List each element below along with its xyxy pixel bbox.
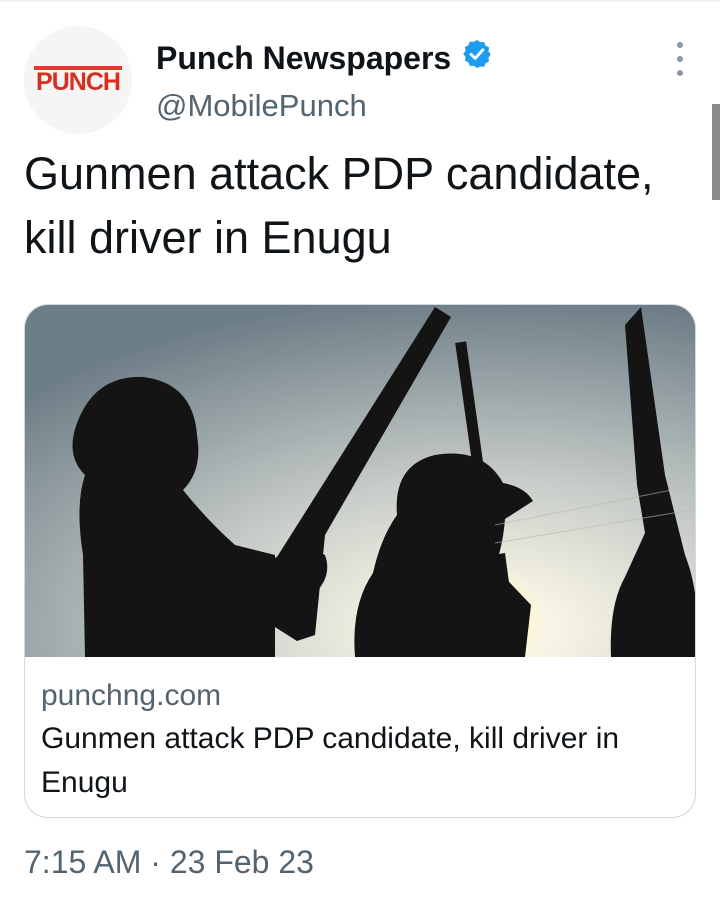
link-card[interactable]: punchng.com Gunmen attack PDP candidate,… xyxy=(24,304,696,818)
tweet-text: Gunmen attack PDP candidate, kill driver… xyxy=(24,148,654,263)
verified-badge-icon xyxy=(461,38,493,78)
more-vertical-icon[interactable] xyxy=(666,42,694,76)
link-card-domain: punchng.com xyxy=(41,679,222,712)
top-divider xyxy=(0,0,720,2)
link-card-meta[interactable]: punchng.com Gunmen attack PDP candidate,… xyxy=(41,677,681,805)
scrollbar-thumb[interactable] xyxy=(712,104,720,200)
avatar[interactable]: PUNCH xyxy=(24,26,132,134)
author-name-row[interactable]: Punch Newspapers xyxy=(156,38,493,78)
tweet-timestamp[interactable]: 7:15 AM · 23 Feb 23 xyxy=(24,844,314,881)
avatar-logo: PUNCH xyxy=(36,68,121,96)
author-name[interactable]: Punch Newspapers xyxy=(156,40,451,77)
link-card-title[interactable]: Gunmen attack PDP candidate, kill driver… xyxy=(41,717,681,805)
author-handle[interactable]: @MobilePunch xyxy=(156,88,367,124)
link-card-image[interactable] xyxy=(25,305,695,657)
